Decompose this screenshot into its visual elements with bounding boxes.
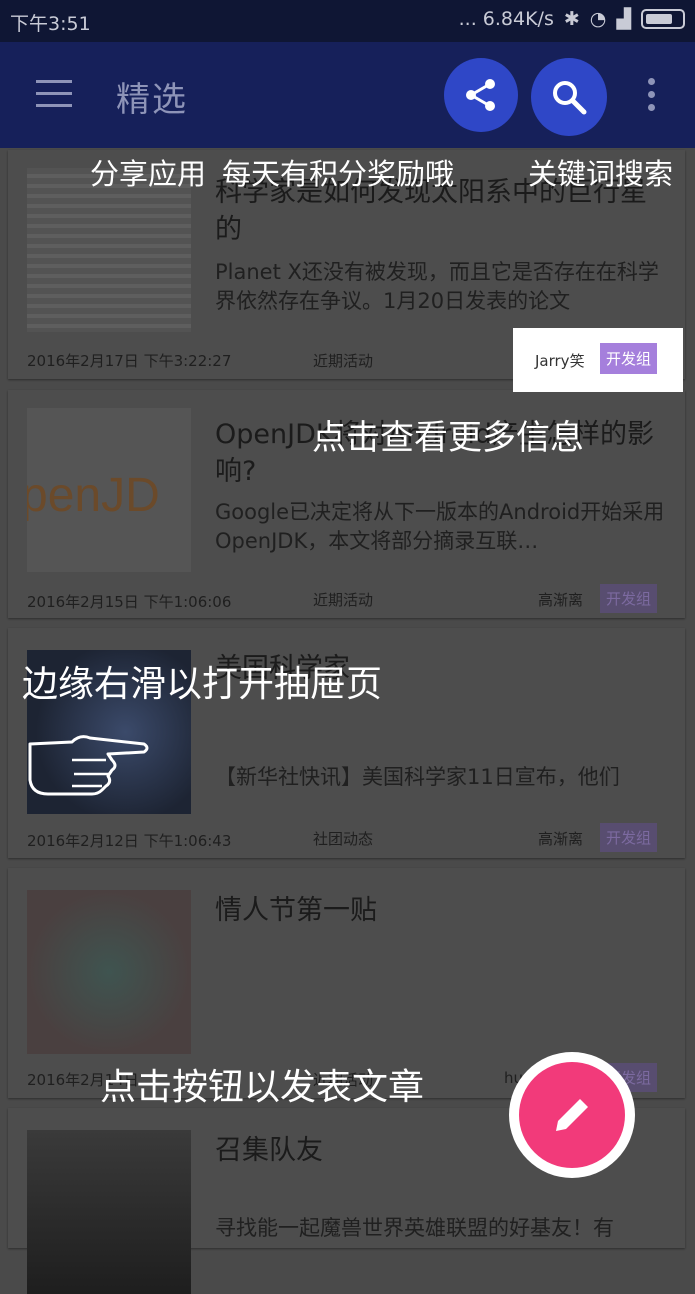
share-button[interactable] xyxy=(444,58,518,132)
network-speed: ... 6.84K/s xyxy=(458,8,554,30)
post-author: Jarry笑 xyxy=(535,352,585,370)
post-category: 近期活动 xyxy=(313,352,374,370)
app-bar: 精选 xyxy=(0,42,695,148)
signal-icon: ▟ xyxy=(616,8,631,30)
post-date: 2016年2月15日 下午1:06:06 xyxy=(27,593,232,611)
pencil-icon xyxy=(556,1099,588,1131)
hint-more-info: 点击查看更多信息 xyxy=(312,418,584,458)
battery-icon xyxy=(641,9,685,29)
post-summary: Google已决定将从下一版本的Android开始采用OpenJDK，本文将部分… xyxy=(215,500,665,553)
share-icon xyxy=(466,79,495,111)
highlight-cutout[interactable]: Jarry笑 开发组 xyxy=(513,328,683,392)
status-bar: 下午3:51 ... 6.84K/s ✱ ◔ ▟ xyxy=(0,0,695,42)
bluetooth-icon: ✱ xyxy=(563,8,580,30)
post-category: 近期活动 xyxy=(313,591,374,609)
status-time: 下午3:51 xyxy=(10,13,91,35)
post-category: 社团动态 xyxy=(313,830,374,848)
menu-icon[interactable] xyxy=(36,80,72,108)
post-thumbnail: penJD xyxy=(27,408,191,572)
post-author: 高渐离 xyxy=(538,830,584,848)
search-icon xyxy=(553,81,587,115)
post-summary: Planet X还没有被发现，而且它是否存在在科学界依然存在争议。1月20日发表… xyxy=(215,260,659,313)
group-badge: 开发组 xyxy=(600,584,658,613)
search-button[interactable] xyxy=(531,58,607,136)
compose-button[interactable] xyxy=(509,1052,635,1178)
group-badge: 开发组 xyxy=(600,823,658,852)
post-author: 高渐离 xyxy=(538,591,584,609)
hint-daily-reward: 每天有积分奖励哦 xyxy=(222,157,455,191)
hint-publish: 点击按钮以发表文章 xyxy=(100,1067,425,1108)
hint-search: 关键词搜索 xyxy=(528,157,674,191)
page-title: 精选 xyxy=(116,80,188,120)
hint-drawer: 边缘右滑以打开抽屉页 xyxy=(22,664,383,705)
group-badge: 开发组 xyxy=(600,343,658,374)
thumbnail-logo-text: penJD xyxy=(27,469,160,522)
hint-share: 分享应用 xyxy=(90,157,207,191)
post-title: 情人节第一贴 xyxy=(215,895,377,926)
more-options-icon[interactable] xyxy=(648,78,656,117)
wifi-icon: ◔ xyxy=(589,8,607,30)
post-summary: 【新华社快讯】美国科学家11日宣布，他们 xyxy=(215,765,620,789)
post-thumbnail xyxy=(27,1130,191,1294)
post-date: 2016年2月17日 下午3:22:27 xyxy=(27,352,232,370)
swipe-hand-icon xyxy=(28,735,149,796)
post-date: 2016年2月12日 下午1:06:43 xyxy=(27,832,232,850)
post-thumbnail xyxy=(27,890,191,1054)
